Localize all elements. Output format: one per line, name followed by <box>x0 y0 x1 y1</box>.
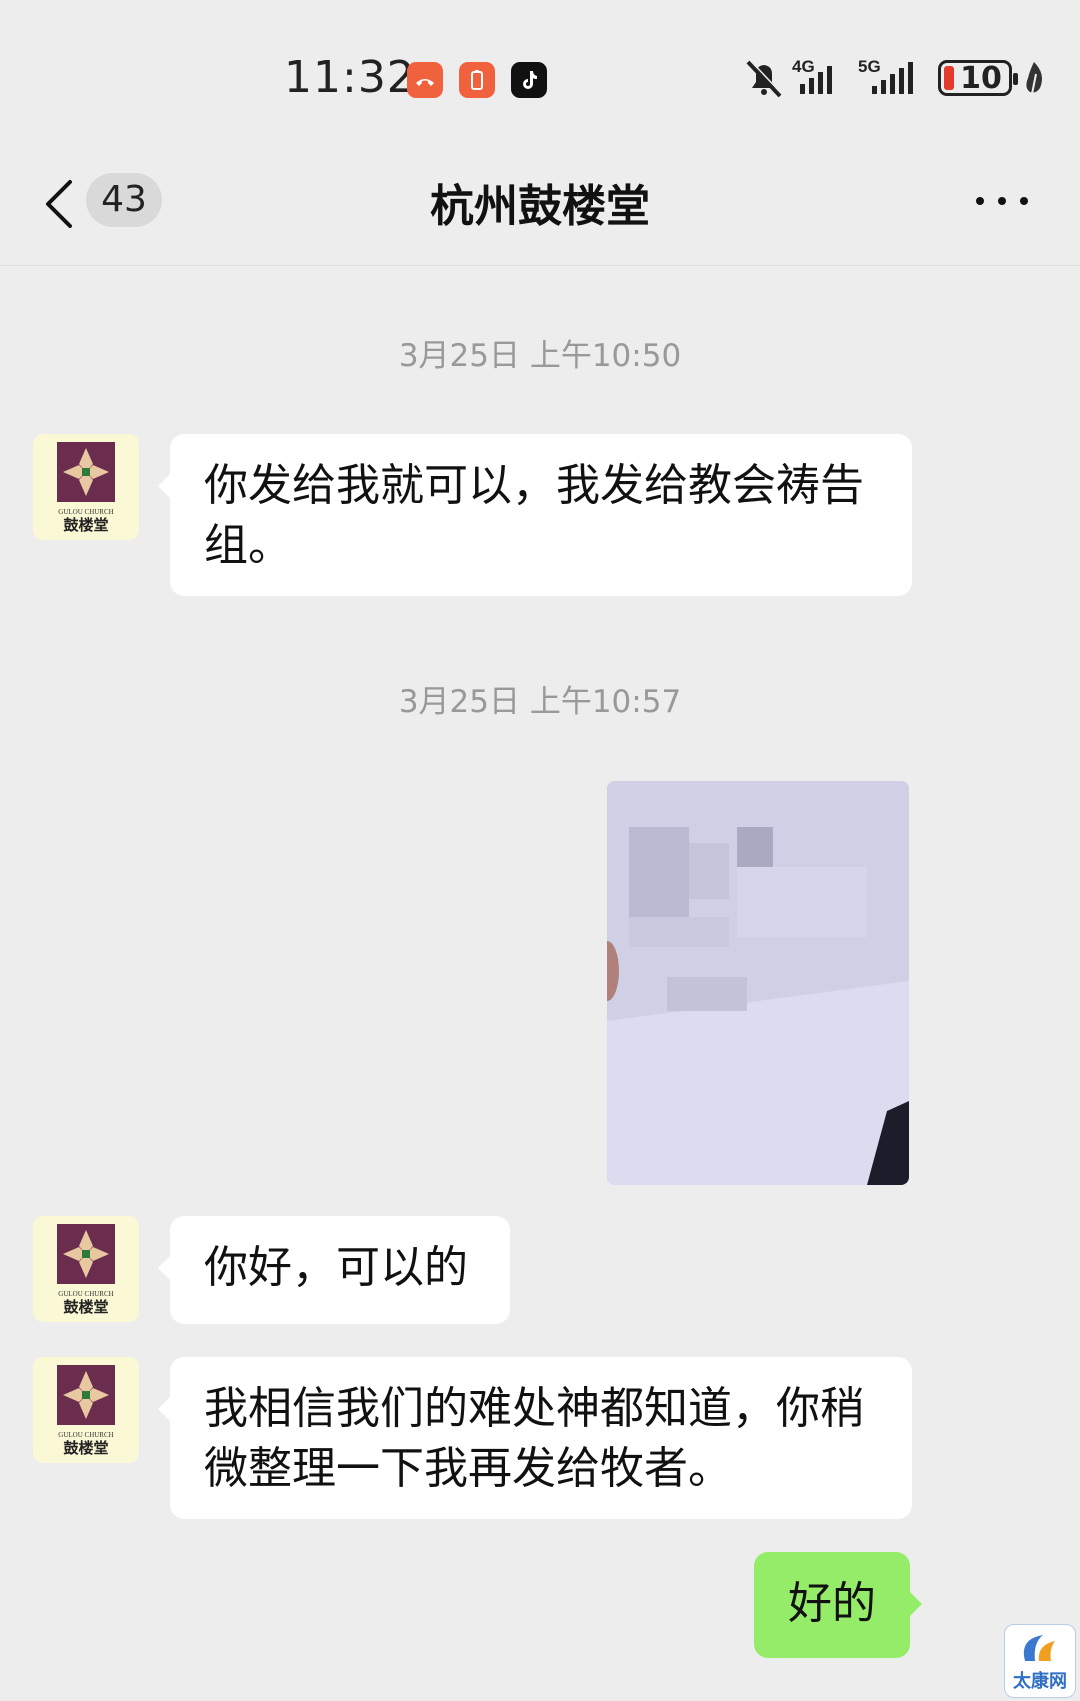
message-timestamp: 3月25日 上午10:50 <box>398 338 682 374</box>
avatar[interactable]: GULOU CHURCH 鼓楼堂 <box>33 1357 139 1463</box>
chat-header: 43 杭州鼓楼堂 <box>0 140 1080 266</box>
avatar-name-en: GULOU CHURCH <box>58 508 113 516</box>
battery-icon: 10 <box>938 60 1018 96</box>
message-bubble-received[interactable]: 你好，可以的 <box>158 1216 510 1324</box>
status-time: 11:32 <box>284 52 416 103</box>
chat-title: 杭州鼓楼堂 <box>430 181 650 232</box>
more-options-button[interactable] <box>972 184 1032 218</box>
avatar-name-zh: 鼓楼堂 <box>63 1298 108 1316</box>
avatar-name-zh: 鼓楼堂 <box>63 516 108 534</box>
avatar-name-en: GULOU CHURCH <box>58 1290 113 1298</box>
image-message[interactable] <box>607 781 909 1185</box>
network-5g-label: 5G <box>858 57 881 76</box>
avatar[interactable]: GULOU CHURCH 鼓楼堂 <box>33 1216 139 1322</box>
message-bubble-received[interactable]: 你发给我就可以，我发给教会祷告组。 <box>158 434 912 596</box>
avatar-name-zh: 鼓楼堂 <box>63 1439 108 1457</box>
message-bubble-sent[interactable]: 好的 <box>754 1552 922 1658</box>
status-bar: 11:32 4G 5G 10 <box>0 0 1080 140</box>
missed-call-icon <box>407 62 443 98</box>
site-watermark-logo: 太康网 <box>1004 1624 1076 1698</box>
watermark-text: 太康网 <box>1013 1671 1067 1692</box>
network-4g-label: 4G <box>792 57 815 76</box>
avatar-name-en: GULOU CHURCH <box>58 1431 113 1439</box>
tiktok-icon <box>511 62 547 98</box>
power-saving-leaf-icon <box>1022 60 1046 104</box>
signal-4g-icon: 4G <box>792 56 852 100</box>
message-timestamp: 3月25日 上午10:57 <box>398 684 682 720</box>
battery-alert-icon <box>459 62 495 98</box>
bell-off-icon <box>742 56 786 100</box>
avatar[interactable]: GULOU CHURCH 鼓楼堂 <box>33 434 139 540</box>
message-bubble-received[interactable]: 我相信我们的难处神都知道，你稍微整理一下我再发给牧者。 <box>158 1357 912 1519</box>
battery-level: 10 <box>960 61 1002 96</box>
signal-5g-icon: 5G <box>858 56 926 100</box>
